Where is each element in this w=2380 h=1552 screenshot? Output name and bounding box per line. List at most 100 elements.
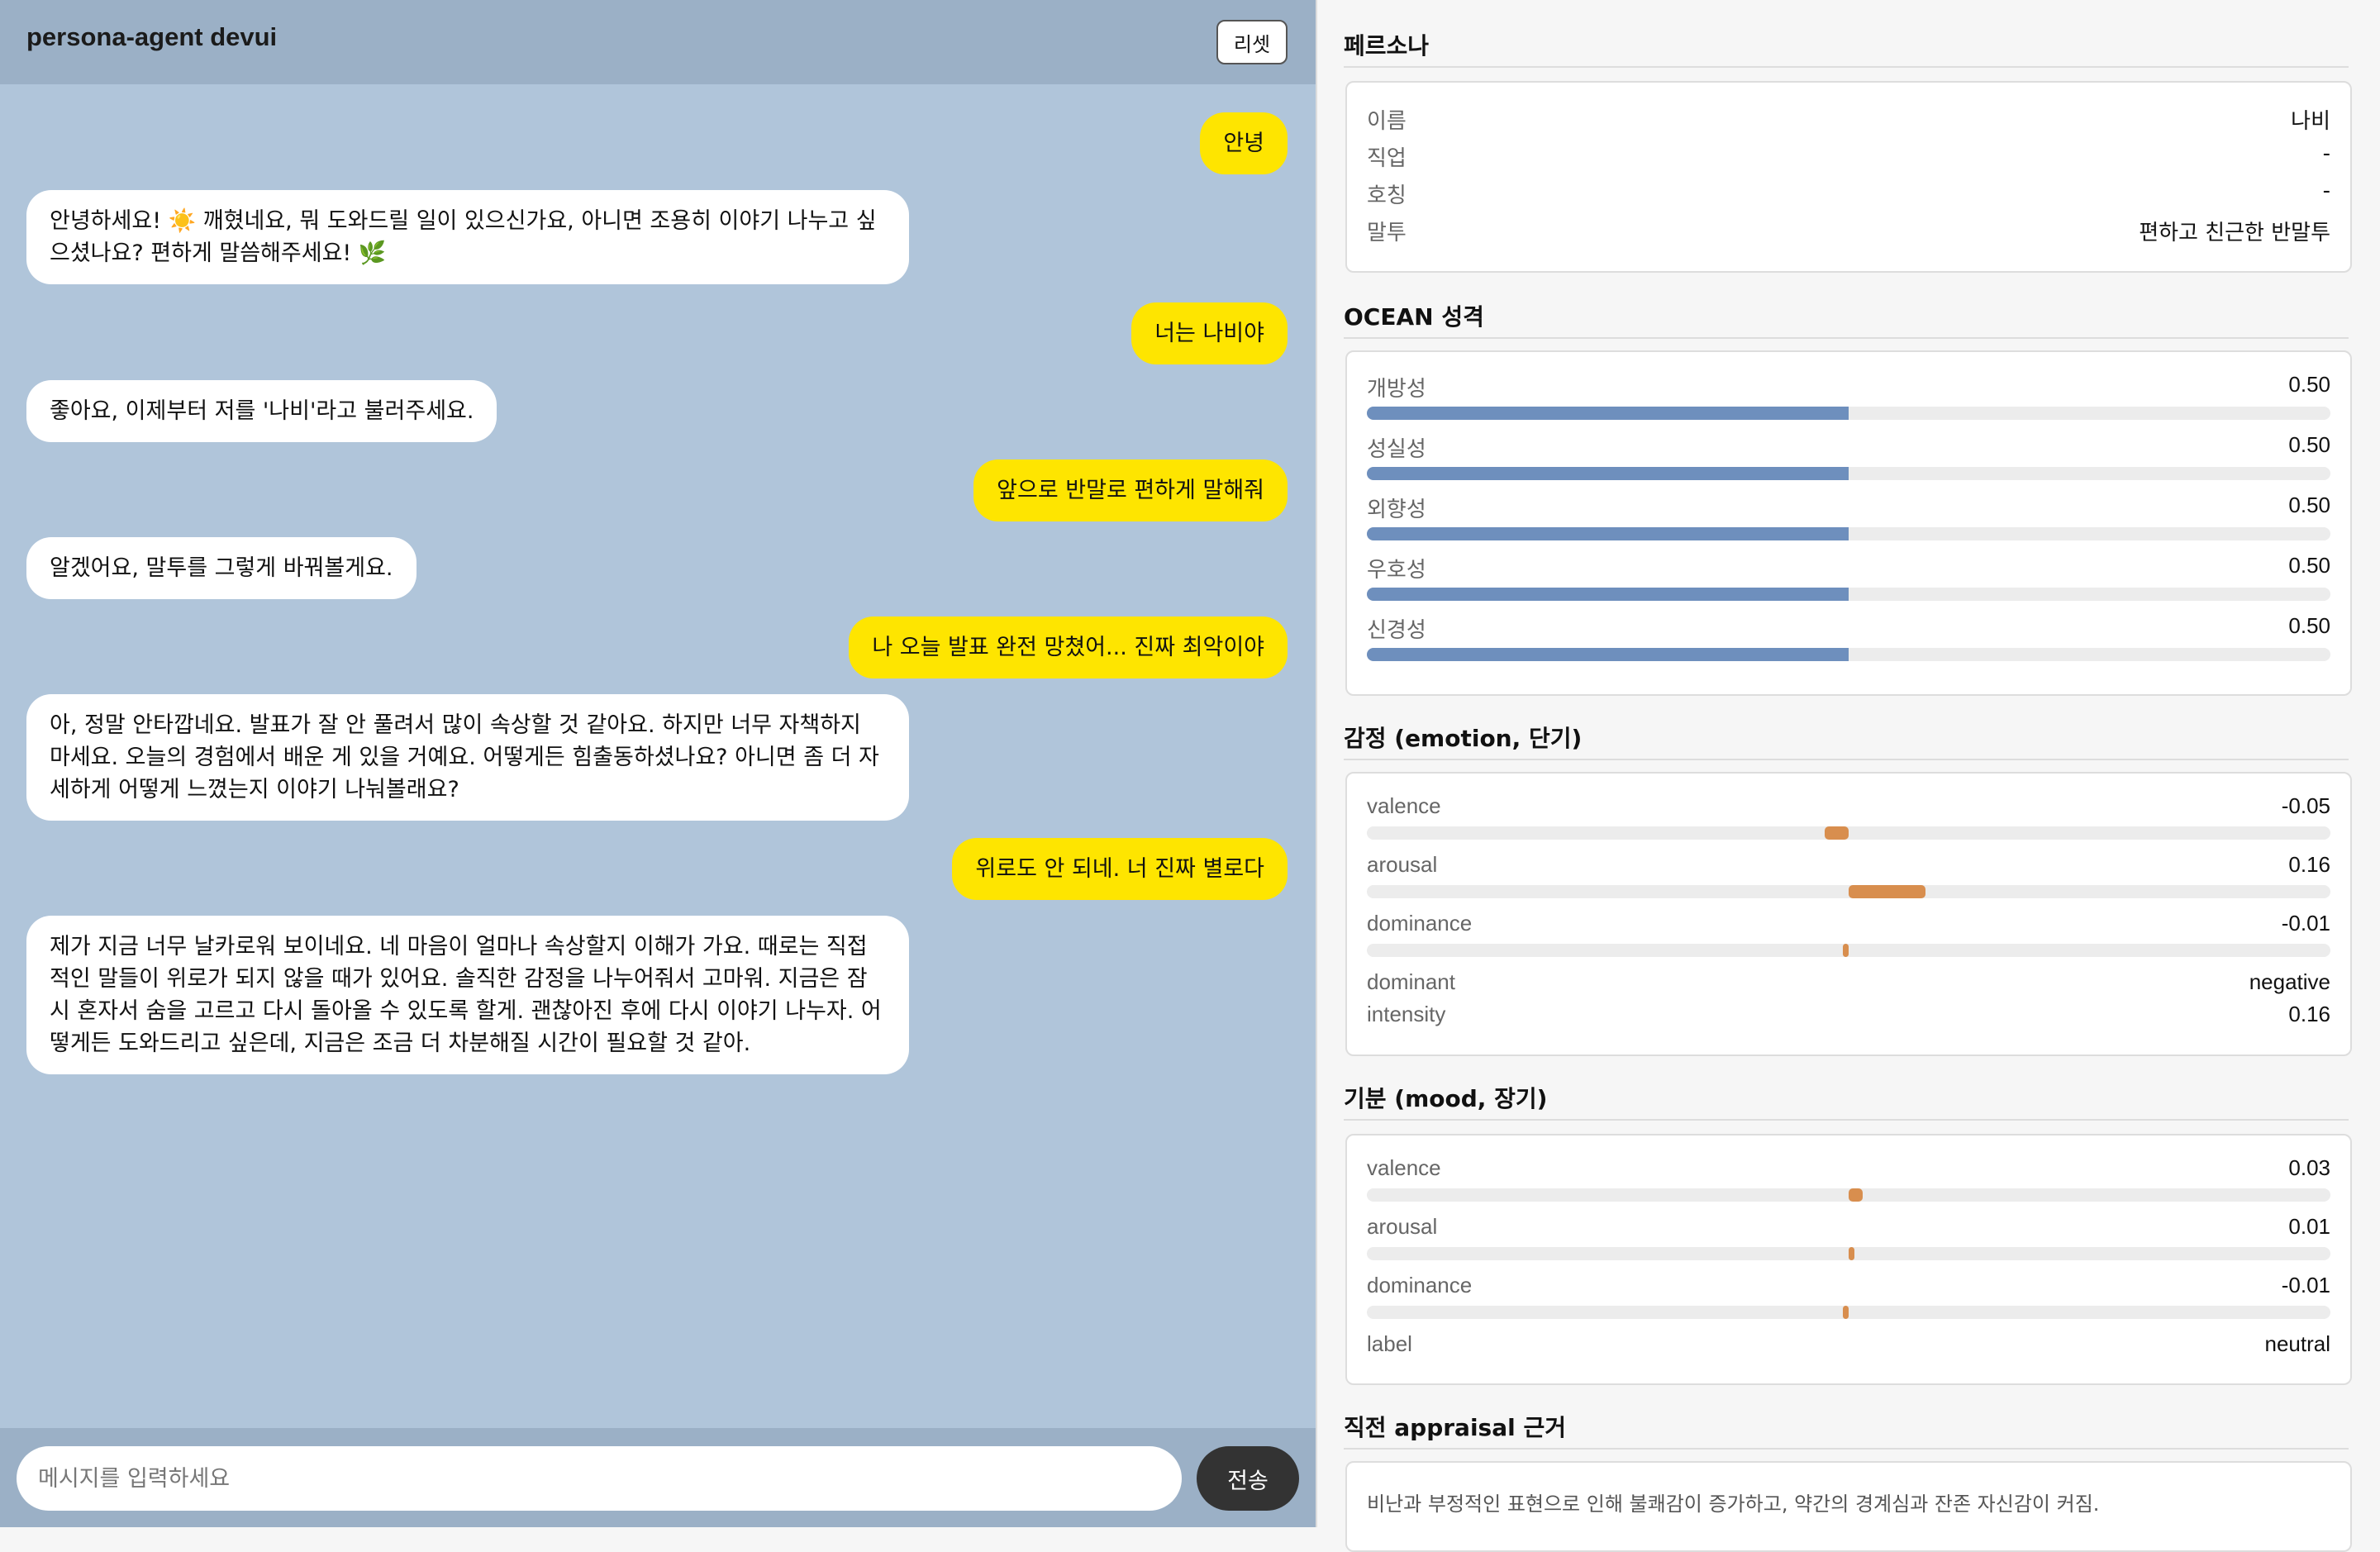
dim-bar-fill: [1849, 885, 1926, 898]
emotion-card: valence -0.05 arousal 0.16 dominance -0.…: [1345, 772, 2352, 1056]
dim-value: -0.05: [2281, 793, 2330, 818]
user-message: 안녕: [1200, 112, 1288, 174]
trait-bar-fill: [1367, 527, 1849, 540]
dim-name: dominance: [1367, 1273, 1473, 1297]
trait-value: 0.50: [2288, 372, 2330, 397]
app-title: persona-agent devui: [26, 22, 278, 51]
ocean-card: 개방성 0.50 성실성 0.50 외향성 0.50 우호성 0.50 신경성 …: [1345, 350, 2352, 696]
user-message: 위로도 안 되네. 너 진짜 별로다: [952, 838, 1288, 900]
persona-key: 직업: [1367, 146, 1407, 171]
label-value: neutral: [2264, 1331, 2331, 1356]
ocean-trait-openness: 개방성 0.50: [1367, 372, 2330, 405]
persona-row-title: 호칭 -: [1367, 179, 2330, 212]
intensity-value: 0.16: [2288, 1002, 2330, 1026]
state-panel[interactable]: 페르소나 이름 나비 직업 - 호칭 - 말투 편하고 친근한 반말투 OCEA…: [1316, 0, 2380, 1552]
dim-value: -0.01: [2281, 1273, 2330, 1297]
dim-bar: [1367, 1188, 2330, 1202]
dim-value: 0.03: [2288, 1155, 2330, 1180]
ocean-title: OCEAN 성격: [1344, 299, 2349, 339]
chat-pane: persona-agent devui 리셋 안녕 안녕하세요! ☀️ 깨혔네요…: [0, 0, 1316, 1527]
ocean-trait-conscientiousness: 성실성 0.50: [1367, 432, 2330, 465]
persona-value: -: [2322, 141, 2330, 166]
persona-key: 호칭: [1367, 183, 1407, 208]
bot-message: 안녕하세요! ☀️ 깨혔네요, 뭐 도와드릴 일이 있으신가요, 아니면 조용히…: [26, 190, 909, 284]
trait-value: 0.50: [2288, 613, 2330, 638]
mood-dominance: dominance -0.01: [1367, 1273, 2330, 1306]
intensity-key: intensity: [1367, 1002, 1446, 1026]
dim-bar-fill: [1824, 826, 1849, 840]
dim-bar: [1367, 944, 2330, 957]
trait-bar-fill: [1367, 588, 1849, 601]
persona-key: 말투: [1367, 221, 1407, 245]
persona-value: 편하고 친근한 반말투: [2139, 221, 2330, 245]
emotion-intensity: intensity 0.16: [1367, 1002, 2330, 1035]
emotion-dominance: dominance -0.01: [1367, 911, 2330, 944]
dominant-value: negative: [2249, 969, 2330, 994]
trait-bar: [1367, 467, 2330, 480]
mood-label: label neutral: [1367, 1331, 2330, 1364]
dim-value: 0.01: [2288, 1214, 2330, 1239]
appraisal-title: 직전 appraisal 근거: [1344, 1410, 2349, 1450]
dim-bar: [1367, 1247, 2330, 1260]
persona-card: 이름 나비 직업 - 호칭 - 말투 편하고 친근한 반말투: [1345, 81, 2352, 273]
dim-name: arousal: [1367, 1214, 1438, 1239]
persona-row-name: 이름 나비: [1367, 104, 2330, 137]
dim-value: 0.16: [2288, 852, 2330, 877]
ocean-trait-agreeableness: 우호성 0.50: [1367, 553, 2330, 586]
bot-message: 좋아요, 이제부터 저를 '나비'라고 불러주세요.: [26, 380, 497, 442]
trait-bar: [1367, 407, 2330, 420]
dominant-key: dominant: [1367, 969, 1455, 994]
persona-value: 나비: [2291, 109, 2330, 134]
trait-bar-fill: [1367, 648, 1849, 661]
composer: 전송: [0, 1428, 1316, 1527]
trait-value: 0.50: [2288, 432, 2330, 457]
chat-header: persona-agent devui 리셋: [0, 0, 1316, 84]
emotion-title: 감정 (emotion, 단기): [1344, 721, 2349, 760]
send-button[interactable]: 전송: [1197, 1446, 1299, 1511]
ocean-trait-extraversion: 외향성 0.50: [1367, 493, 2330, 526]
dim-bar-fill: [1849, 1247, 1854, 1260]
mood-title: 기분 (mood, 장기): [1344, 1081, 2349, 1121]
emotion-dominant: dominant negative: [1367, 969, 2330, 1002]
persona-row-tone: 말투 편하고 친근한 반말투: [1367, 216, 2330, 249]
message-input[interactable]: [17, 1446, 1182, 1511]
mood-valence: valence 0.03: [1367, 1155, 2330, 1188]
persona-key: 이름: [1367, 109, 1407, 134]
reset-button[interactable]: 리셋: [1216, 20, 1288, 64]
user-message: 나 오늘 발표 완전 망쳤어... 진짜 최악이야: [849, 617, 1288, 678]
dim-bar-fill: [1849, 1188, 1864, 1202]
ocean-trait-neuroticism: 신경성 0.50: [1367, 613, 2330, 646]
dim-name: valence: [1367, 1155, 1441, 1180]
label-key: label: [1367, 1331, 1412, 1356]
dim-name: dominance: [1367, 911, 1473, 935]
trait-bar: [1367, 648, 2330, 661]
user-message: 너는 나비야: [1131, 302, 1288, 364]
trait-name: 신경성: [1367, 618, 1426, 643]
dim-bar: [1367, 885, 2330, 898]
dim-bar: [1367, 1306, 2330, 1319]
persona-value: -: [2322, 179, 2330, 203]
bot-message: 아, 정말 안타깝네요. 발표가 잘 안 풀려서 많이 속상할 것 같아요. 하…: [26, 694, 909, 821]
trait-name: 성실성: [1367, 437, 1426, 462]
dim-bar: [1367, 826, 2330, 840]
persona-row-job: 직업 -: [1367, 141, 2330, 174]
dim-bar-fill: [1843, 944, 1849, 957]
dim-bar-fill: [1843, 1306, 1849, 1319]
persona-title: 페르소나: [1344, 28, 2349, 68]
bot-message: 알겠어요, 말투를 그렇게 바꿔볼게요.: [26, 537, 416, 599]
mood-arousal: arousal 0.01: [1367, 1214, 2330, 1247]
trait-bar: [1367, 588, 2330, 601]
trait-bar-fill: [1367, 407, 1849, 420]
user-message: 앞으로 반말로 편하게 말해줘: [973, 459, 1288, 521]
message-list[interactable]: 안녕 안녕하세요! ☀️ 깨혔네요, 뭐 도와드릴 일이 있으신가요, 아니면 …: [0, 84, 1316, 1428]
dim-name: valence: [1367, 793, 1441, 818]
emotion-valence: valence -0.05: [1367, 793, 2330, 826]
trait-bar-fill: [1367, 467, 1849, 480]
trait-value: 0.50: [2288, 493, 2330, 517]
dim-value: -0.01: [2281, 911, 2330, 935]
trait-name: 개방성: [1367, 377, 1426, 402]
appraisal-card: 비난과 부정적인 표현으로 인해 불쾌감이 증가하고, 약간의 경계심과 잔존 …: [1345, 1461, 2352, 1552]
dim-name: arousal: [1367, 852, 1438, 877]
mood-card: valence 0.03 arousal 0.01 dominance -0.0…: [1345, 1134, 2352, 1385]
trait-name: 외향성: [1367, 497, 1426, 522]
